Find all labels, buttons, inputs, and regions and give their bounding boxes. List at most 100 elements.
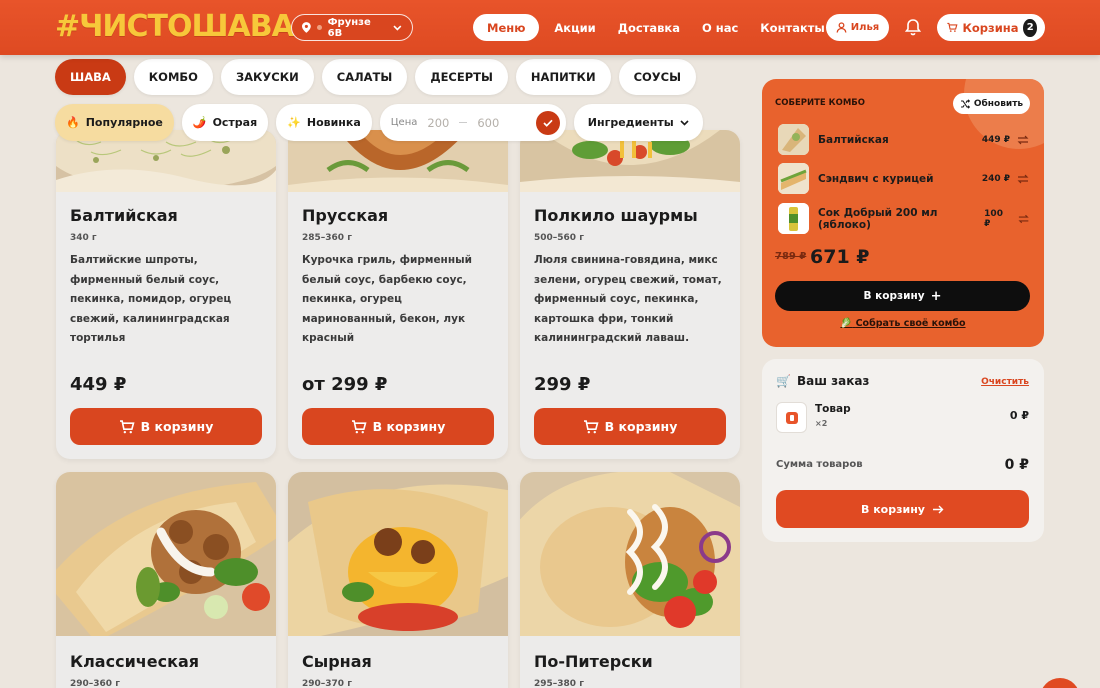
order-item-image [776,402,807,433]
product-image [520,472,740,636]
product-price: от 299 ₽ [302,374,388,395]
swap-icon[interactable] [1016,133,1030,147]
combo-item-image [778,203,809,234]
tab-drinks[interactable]: НАПИТКИ [515,59,611,95]
nav-about[interactable]: О нас [695,14,745,41]
product-name: Сырная [302,652,372,671]
tab-salads[interactable]: САЛАТЫ [321,59,408,95]
combo-item-name: Сэндвич с курицей [818,172,934,185]
user-button[interactable]: Илья [826,14,889,41]
tab-desserts[interactable]: ДЕСЕРТЫ [415,59,508,95]
product-info: Прусская 285–360 г Курочка гриль, фирмен… [302,206,494,349]
add-to-cart-label: В корзину [140,419,214,434]
nav-delivery[interactable]: Доставка [611,14,687,41]
main-nav: Меню Акции Доставка О нас Контакты [473,14,832,41]
filter-popular-label: Популярное [85,116,163,129]
tab-sauces[interactable]: СОУСЫ [618,59,697,95]
price-apply-button[interactable] [535,110,560,135]
combo-item: Сэндвич с курицей 240 ₽ [778,163,1030,194]
checkout-label: В корзину [861,502,925,516]
product-weight: 340 г [70,233,97,243]
category-tabs: ШАВА КОМБО ЗАКУСКИ САЛАТЫ ДЕСЕРТЫ НАПИТК… [55,59,697,95]
tab-snacks[interactable]: ЗАКУСКИ [220,59,314,95]
product-card[interactable]: Сырная 290–370 г [288,472,508,688]
combo-item: Сок Добрый 200 мл (яблоко) 100 ₽ [778,203,1030,234]
cart-label: Корзина [962,20,1019,35]
refresh-label: Обновить [973,98,1024,109]
product-weight: 295–380 г [534,679,584,688]
product-name: Балтийская [70,206,178,225]
order-title-row: 🛒 Ваш заказ [776,374,869,388]
tab-combo[interactable]: КОМБО [133,59,213,95]
product-description: Курочка гриль, фирменный белый соус, бар… [302,254,472,344]
chili-icon: 🌶️ [192,116,207,129]
order-item-price: 0 ₽ [1009,409,1029,422]
product-card[interactable]: Прусская 285–360 г Курочка гриль, фирмен… [288,130,508,459]
location-selector[interactable]: Фрунзе 6В [291,14,413,41]
header-cart-button[interactable]: Корзина 2 [937,14,1045,41]
order-sum-value: 0 ₽ [1004,457,1029,473]
nav-promos[interactable]: Акции [547,14,602,41]
sparkle-icon: ✨ [287,116,301,129]
combo-item-price: 449 ₽ [981,134,1010,145]
ingredients-dropdown[interactable]: Ингредиенты [573,104,703,141]
check-icon [543,119,553,127]
combo-item-name: Сок Добрый 200 мл (яблоко) [818,206,938,231]
tab-shava[interactable]: ШАВА [55,59,126,95]
product-info: Балтийская 340 г Балтийские шпроты, фирм… [70,206,262,349]
scroll-to-top-button[interactable] [1040,678,1080,688]
combo-add-to-cart-button[interactable]: В корзину + [775,281,1030,311]
add-to-cart-button[interactable]: В корзину [534,408,726,445]
product-weight: 500–560 г [534,233,584,243]
shopping-cart-icon: 🛒 [776,374,791,388]
build-own-combo-link[interactable]: 🥬 Собрать своё комбо [762,318,1044,329]
price-separator [459,122,468,123]
build-own-combo-label: Собрать своё комбо [855,318,966,329]
add-to-cart-button[interactable]: В корзину [302,408,494,445]
order-item-name: Товар [815,403,851,415]
combo-title: СОБЕРИТЕ КОМБО [775,98,865,108]
plus-icon: + [930,288,942,304]
product-price: 449 ₽ [70,374,127,395]
product-name: Классическая [70,652,200,671]
combo-new-price: 671 ₽ [810,246,870,268]
refresh-combo-button[interactable]: Обновить [953,93,1030,114]
filter-popular[interactable]: 🔥 Популярное [55,104,174,141]
combo-item-name: Балтийская [818,133,889,146]
price-from-input[interactable]: 200 [427,116,449,130]
product-card[interactable]: Полкило шаурмы 500–560 г Люля свинина-го… [520,130,740,459]
clear-order-button[interactable]: Очистить [981,377,1029,387]
logo[interactable]: #ЧИСТОШАВА [55,8,295,46]
product-info: Полкило шаурмы 500–560 г Люля свинина-го… [534,206,726,349]
combo-builder: СОБЕРИТЕ КОМБО Обновить Балтийская 449 ₽… [762,79,1044,347]
combo-item-price: 240 ₽ [981,173,1010,184]
nav-menu[interactable]: Меню [473,14,540,41]
add-to-cart-label: В корзину [604,419,678,434]
shuffle-icon [960,98,970,109]
fire-icon: 🔥 [66,116,80,129]
swap-icon[interactable] [1017,212,1030,226]
product-price: 299 ₽ [534,374,591,395]
bell-icon[interactable] [903,17,923,37]
product-card[interactable]: Классическая 290–360 г [56,472,276,688]
product-name: По-Питерски [534,652,653,671]
product-description: Люля свинина-говядина, микс зелени, огур… [534,254,722,344]
price-to-input[interactable]: 600 [477,116,499,130]
arrow-right-icon [932,505,944,513]
order-item-quantity: ×2 [815,419,828,428]
status-dot [316,25,322,30]
add-to-cart-button[interactable]: В корзину [70,408,262,445]
filter-spicy[interactable]: 🌶️ Острая [181,104,269,141]
swap-icon[interactable] [1016,172,1030,186]
product-card[interactable]: Балтийская 340 г Балтийские шпроты, фирм… [56,130,276,459]
chevron-down-icon [680,119,689,126]
user-name: Илья [850,22,880,33]
product-description: Балтийские шпроты, фирменный белый соус,… [70,254,232,344]
checkout-button[interactable]: В корзину [776,490,1029,528]
price-filter: Цена 200 600 [379,104,566,141]
combo-item-image [778,163,809,194]
filter-new[interactable]: ✨ Новинка [276,104,372,141]
nav-contacts[interactable]: Контакты [753,14,832,41]
top-header: #ЧИСТОШАВА Фрунзе 6В Меню Акции Доставка… [0,0,1100,55]
product-card[interactable]: По-Питерски 295–380 г [520,472,740,688]
